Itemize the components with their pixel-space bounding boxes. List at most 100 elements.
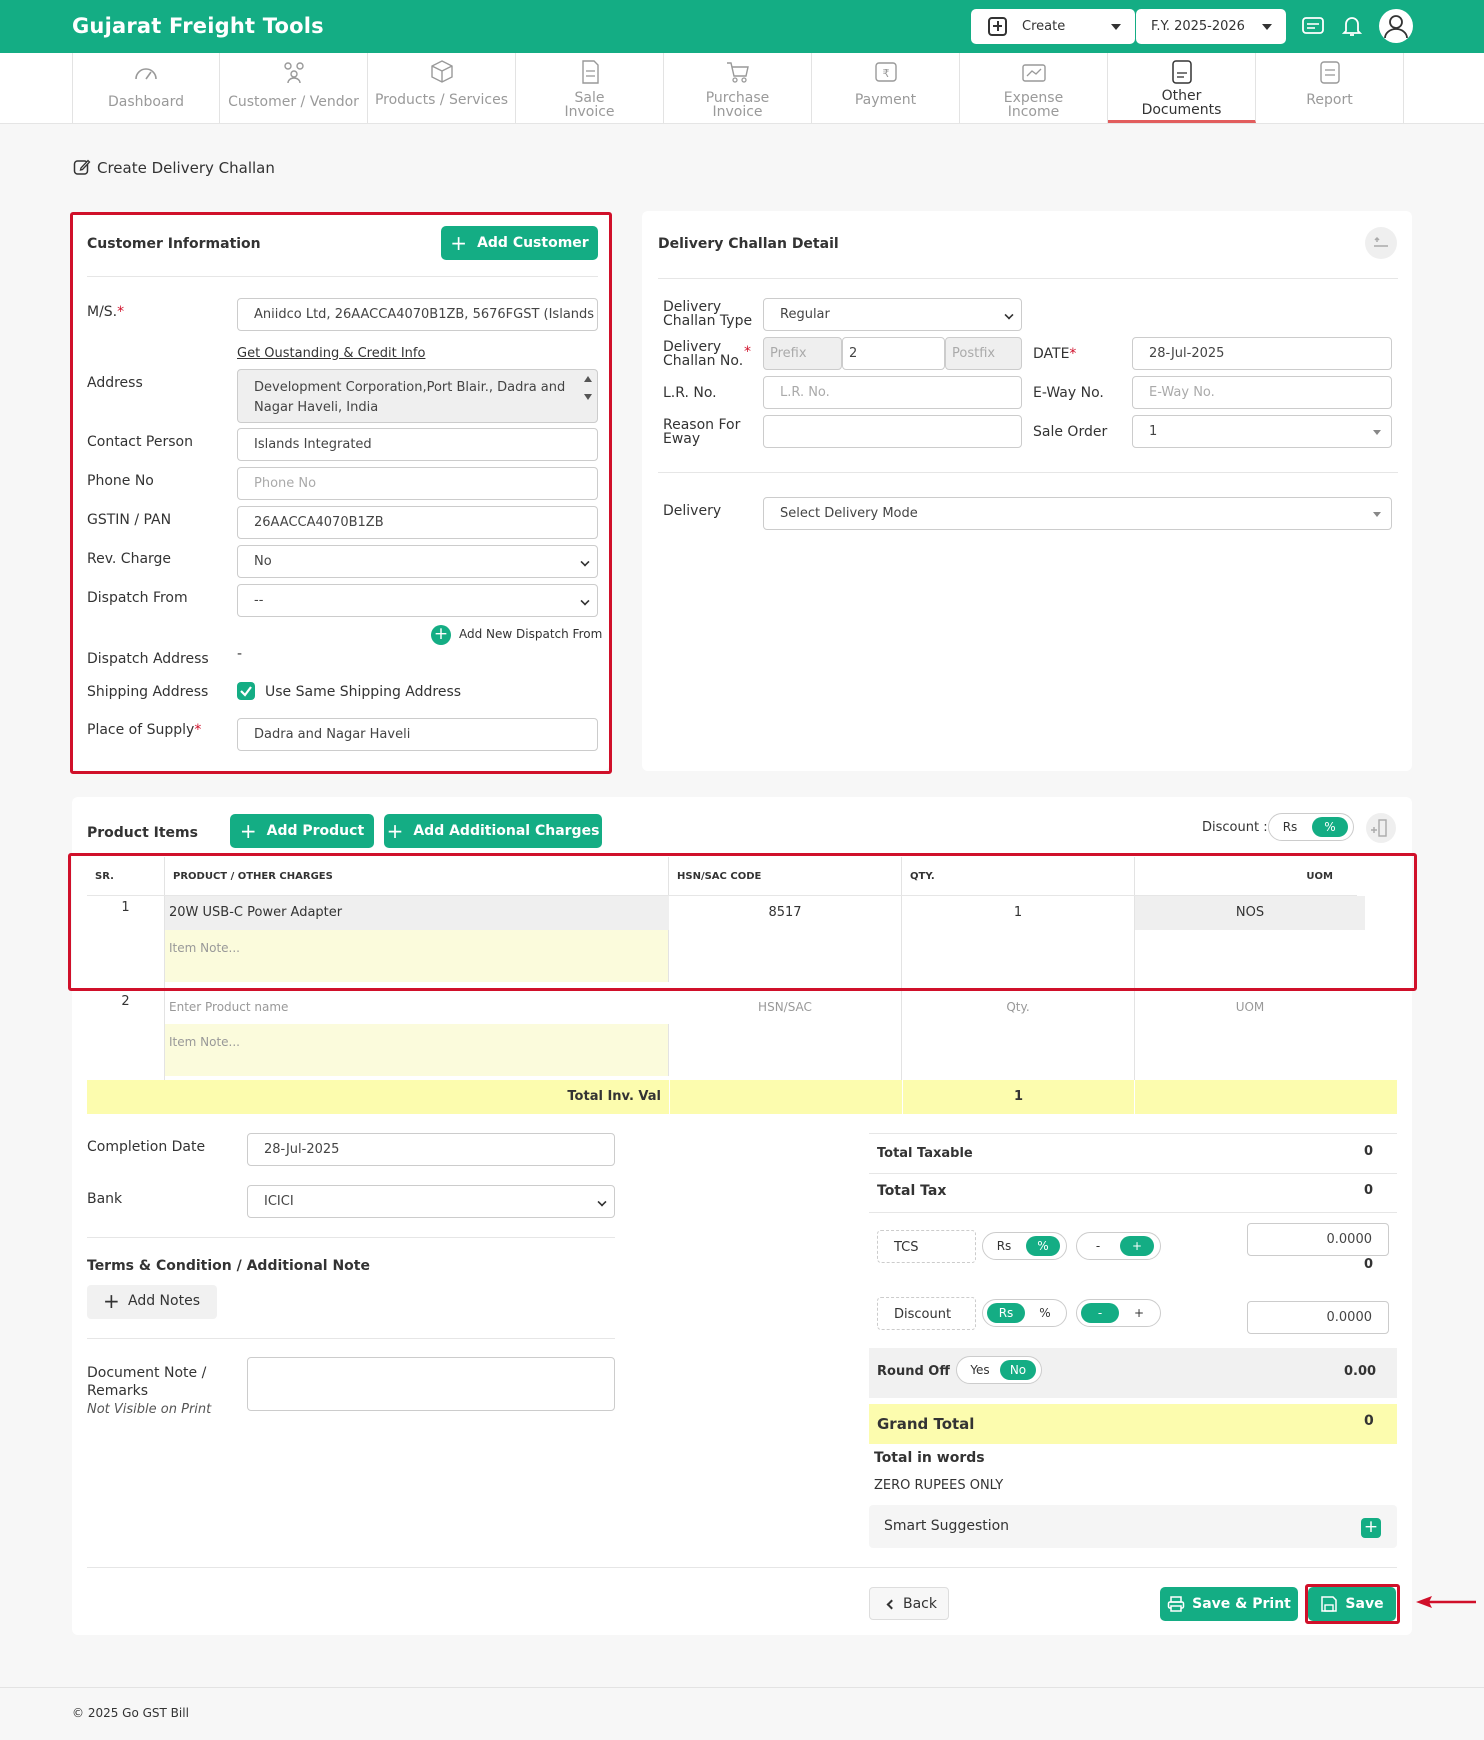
nav-label: Sale Invoice (564, 90, 615, 120)
nav-purchase-invoice[interactable]: Purchase Invoice (664, 53, 812, 123)
add-product-button[interactable]: + Add Product (230, 814, 374, 848)
divider (87, 1567, 1397, 1568)
nav-label: Expense Income (1003, 90, 1064, 120)
round-off-no[interactable]: No (1000, 1360, 1036, 1380)
nav-label: Report (1306, 92, 1353, 108)
tcs-rs-option[interactable]: Rs (991, 1236, 1017, 1256)
round-off-yes[interactable]: Yes (965, 1360, 995, 1380)
lr-input[interactable]: L.R. No. (763, 376, 1022, 409)
discount-mode-toggle[interactable]: Rs % (982, 1299, 1067, 1327)
round-off-label: Round Off (877, 1364, 950, 1379)
prefix-input[interactable]: Prefix (763, 337, 842, 370)
date-input[interactable]: 28-Jul-2025 (1132, 337, 1392, 370)
discount-label-box: Discount (877, 1297, 976, 1330)
total-tax-value: 0 (1364, 1183, 1374, 1198)
total-tax-label: Total Tax (877, 1183, 947, 1199)
round-off-value: 0.00 (1344, 1364, 1377, 1379)
plus-square-icon[interactable]: + (1361, 1518, 1381, 1538)
completion-date-input[interactable]: 28-Jul-2025 (247, 1133, 615, 1166)
discount-rs-option[interactable]: Rs (987, 1303, 1025, 1323)
total-row: Total Inv. Val 1 (87, 1080, 1397, 1114)
delivery-label: Delivery (663, 503, 722, 519)
total-qty: 1 (902, 1080, 1135, 1114)
nav-dashboard[interactable]: Dashboard (72, 53, 220, 123)
terms-heading: Terms & Condition / Additional Note (87, 1258, 370, 1274)
fy-label: F.Y. 2025-2026 (1151, 19, 1245, 34)
add-charges-label: Add Additional Charges (413, 823, 600, 839)
challan-no-input[interactable]: 2 (842, 337, 945, 370)
discount-plus-option[interactable]: + (1124, 1303, 1154, 1323)
doc-note-textarea[interactable] (247, 1357, 615, 1411)
save-print-button[interactable]: Save & Print (1160, 1587, 1298, 1621)
grand-total-label: Grand Total (877, 1415, 975, 1433)
discount-pct-option[interactable]: % (1030, 1303, 1060, 1323)
lr-label: L.R. No. (663, 385, 717, 401)
total-taxable-value: 0 (1364, 1144, 1374, 1159)
challan-no-label: Delivery Challan No. (663, 339, 744, 369)
divider (869, 1173, 1397, 1174)
tcs-pct-option[interactable]: % (1026, 1236, 1060, 1256)
discount-rs-option[interactable]: Rs (1277, 817, 1303, 837)
sale-order-select[interactable]: 1 (1132, 415, 1392, 448)
eway-input[interactable]: E-Way No. (1132, 376, 1392, 409)
top-bar: Gujarat Freight Tools Create F.Y. 2025-2… (0, 0, 1484, 53)
discount-type-toggle[interactable]: Rs % (1268, 813, 1354, 841)
fy-selector[interactable]: F.Y. 2025-2026 (1136, 9, 1286, 44)
smart-suggestion-label: Smart Suggestion (884, 1518, 1010, 1534)
item-note-textarea[interactable]: Item Note... (165, 1024, 669, 1076)
tcs-minus-option[interactable]: - (1085, 1236, 1111, 1256)
settings-icon[interactable] (1365, 227, 1397, 259)
hsn-input[interactable]: HSN/SAC (669, 990, 902, 1081)
plus-icon: + (103, 1289, 120, 1313)
qty-input[interactable]: Qty. (902, 990, 1135, 1081)
challan-type-select[interactable]: Regular (763, 298, 1022, 331)
discount-minus-option[interactable]: - (1081, 1303, 1119, 1323)
discount-input[interactable]: 0.0000 (1247, 1301, 1389, 1334)
reason-eway-input[interactable] (763, 415, 1022, 448)
discount-sign-toggle[interactable]: - + (1076, 1299, 1161, 1327)
postfix-input[interactable]: Postfix (945, 337, 1022, 370)
printer-icon (1167, 1596, 1185, 1612)
nav-report[interactable]: Report (1256, 53, 1404, 123)
doc-note-sub: Not Visible on Print (87, 1402, 212, 1417)
tcs-label-box: TCS (877, 1230, 976, 1263)
divider (869, 1133, 1397, 1134)
svg-text:₹: ₹ (882, 67, 889, 80)
tcs-plus-option[interactable]: + (1120, 1236, 1154, 1256)
bank-select[interactable]: ICICI (247, 1185, 615, 1218)
nav-expense-income[interactable]: Expense Income (960, 53, 1108, 123)
add-notes-button[interactable]: + Add Notes (87, 1285, 217, 1319)
total-inv-label: Total Inv. Val (567, 1089, 661, 1104)
product-name-input[interactable]: Enter Product name (165, 990, 669, 1024)
divider (658, 472, 1398, 473)
round-off-toggle[interactable]: Yes No (956, 1356, 1042, 1384)
nav-customer-vendor[interactable]: Customer / Vendor (220, 53, 368, 123)
main-nav: Dashboard Customer / Vendor Products / S… (0, 53, 1484, 124)
discount-pct-option[interactable]: % (1312, 817, 1348, 837)
challan-detail-card (642, 211, 1412, 771)
nav-sale-invoice[interactable]: Sale Invoice (516, 53, 664, 123)
delivery-mode-select[interactable]: Select Delivery Mode (763, 497, 1392, 530)
eway-label: E-Way No. (1033, 385, 1104, 401)
arrow-left-icon (1416, 1596, 1476, 1608)
nav-other-documents[interactable]: Other Documents (1108, 53, 1256, 123)
uom-input[interactable]: UOM (1135, 990, 1365, 1024)
smart-suggestion-panel[interactable]: Smart Suggestion + (869, 1505, 1397, 1548)
add-charges-button[interactable]: + Add Additional Charges (384, 814, 602, 848)
nav-products-services[interactable]: Products / Services (368, 53, 516, 123)
avatar[interactable] (1379, 9, 1413, 43)
column-settings-icon[interactable] (1366, 813, 1396, 843)
back-button[interactable]: Back (869, 1587, 949, 1620)
caret-down-icon (1262, 24, 1272, 30)
tcs-sign-toggle[interactable]: - + (1076, 1232, 1161, 1260)
row-sr: 2 (87, 990, 165, 1081)
create-button[interactable]: Create (971, 9, 1135, 44)
nav-payment[interactable]: ₹ Payment (812, 53, 960, 123)
message-icon[interactable] (1299, 12, 1327, 40)
tcs-input[interactable]: 0.0000 (1247, 1223, 1389, 1256)
total-words-label: Total in words (874, 1450, 985, 1466)
plus-icon: + (386, 819, 404, 843)
report-icon (1319, 61, 1340, 84)
bell-icon[interactable] (1338, 12, 1366, 40)
tcs-type-toggle[interactable]: Rs % (982, 1232, 1067, 1260)
